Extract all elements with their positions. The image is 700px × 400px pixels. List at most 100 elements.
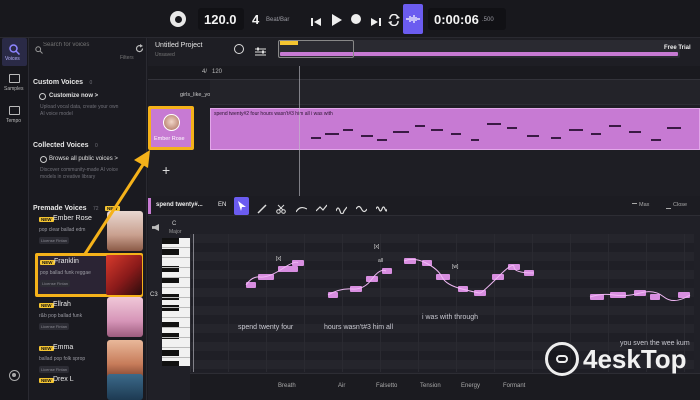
premade-voices-header[interactable]: Premade Voices 72 NEW [33, 197, 143, 212]
nav-tempo-label: Tempo [6, 118, 22, 124]
metronome-icon[interactable] [170, 11, 186, 27]
waveform-toggle-button[interactable] [403, 4, 423, 34]
play-icon[interactable] [331, 13, 342, 26]
note-label: [x] [276, 256, 282, 262]
lyric-phrase: hours wasn't#3 him all [324, 324, 394, 331]
note-label: [x] [374, 244, 380, 250]
voice-card-ember-rose[interactable]: NEW Ember Rose pop clear ballad edm Lice… [35, 211, 143, 255]
license-tag: License Fintan [40, 280, 71, 287]
search-voice-icon [9, 42, 21, 56]
top-toolbar: 120.0 4 Beat/Bar 0:00:06 .500 [0, 0, 700, 38]
settings-gear-icon[interactable] [9, 370, 20, 381]
ruler-label: 4/ [202, 69, 208, 75]
ruler-tempo: 120 [212, 69, 223, 75]
nav-item-voices[interactable]: Voices [2, 38, 27, 66]
piano-key-lines [162, 238, 190, 366]
add-track-icon[interactable]: + [162, 162, 170, 178]
smooth-icon[interactable] [355, 201, 368, 213]
custom-desc-1: Upload vocal data, create your own [40, 104, 119, 110]
record-icon[interactable] [351, 14, 361, 24]
voice-panel: Filters Custom Voices 0 Customize now > … [29, 38, 147, 400]
timeline-ruler[interactable]: 4/ 120 [148, 66, 700, 80]
voice-desc: pop clear ballad edm [39, 227, 86, 233]
language-selector[interactable]: EN [218, 202, 226, 208]
browse-link[interactable]: Browse all public voices > [49, 156, 118, 162]
voice-search-icon [35, 41, 43, 54]
voice-card-drex-l[interactable]: NEW Drex L [35, 372, 143, 400]
nav-item-samples[interactable]: Samples [2, 72, 27, 96]
browse-desc-2: models in creative library [40, 174, 96, 180]
voice-avatar [107, 297, 143, 337]
project-subtitle: Unsaved [155, 52, 175, 58]
overview-viewport[interactable] [278, 40, 354, 58]
pitch-line-icon[interactable] [295, 201, 308, 213]
nav-rail: Voices Samples Tempo [0, 38, 29, 400]
timecode-ms: .500 [482, 17, 494, 23]
new-badge: NEW [39, 217, 54, 222]
voice-name: Drex L [53, 376, 74, 383]
license-tag: License Fintan [39, 323, 70, 330]
mixer-icon[interactable] [255, 44, 266, 56]
singer-card[interactable]: Ember Rose [148, 106, 194, 150]
app-window: 120.0 4 Beat/Bar 0:00:06 .500 Voices Sam… [0, 0, 700, 400]
free-trial-button[interactable]: Free Trial [664, 45, 691, 51]
headphone-icon[interactable] [234, 44, 244, 54]
param-tab-energy[interactable]: Energy [461, 383, 480, 389]
piano-keyboard[interactable] [162, 238, 190, 366]
maximize-button[interactable]: Max [639, 202, 649, 208]
c3-label: C3 [150, 292, 158, 298]
time-signature-label: Beat/Bar [266, 17, 290, 23]
custom-voices-header[interactable]: Custom Voices 0 [33, 71, 143, 86]
voice-search-input[interactable] [43, 39, 123, 50]
voice-card-franklin[interactable]: NEW Franklin pop ballad funk reggae Lice… [35, 253, 143, 297]
voice-name: Ellrah [53, 301, 71, 308]
voice-name: Franklin [54, 258, 79, 265]
filters-button[interactable]: Filters [120, 55, 134, 61]
skip-back-icon[interactable] [311, 14, 321, 26]
customize-link[interactable]: Customize now > [49, 93, 98, 99]
voice-desc: pop ballad funk reggae [40, 270, 91, 276]
new-badge: NEW [39, 346, 54, 351]
pointer-tool-button[interactable] [234, 197, 249, 215]
param-tab-air[interactable]: Air [338, 383, 345, 389]
track-name[interactable]: girls_like_you [180, 92, 213, 98]
tempo-value: 120.0 [204, 12, 237, 27]
nav-voices-label: Voices [5, 56, 20, 62]
new-badge: NEW [40, 260, 55, 265]
close-panel-icon[interactable] [666, 203, 671, 209]
voice-card-ellrah[interactable]: NEW Ellrah r&b pop ballad funk License F… [35, 297, 143, 341]
custom-voices-title: Custom Voices [33, 79, 84, 86]
param-tab-tension[interactable]: Tension [420, 383, 441, 389]
track-area: Untitled Project Unsaved Free Trial 4/ 1… [148, 38, 700, 198]
project-title[interactable]: Untitled Project [155, 42, 202, 49]
collected-voices-header[interactable]: Collected Voices 0 [33, 134, 143, 149]
voice-avatar [107, 374, 143, 400]
param-tab-breath[interactable]: Breath [278, 383, 296, 389]
vibrato-icon[interactable] [335, 201, 348, 215]
pitch-draw-icon[interactable] [315, 201, 328, 212]
vocal-clip[interactable]: spend twenty#2 four hours wasn't#3 him a… [210, 108, 700, 150]
close-button[interactable]: Close [673, 202, 687, 208]
new-badge: NEW [39, 303, 54, 308]
loop-icon[interactable] [388, 13, 400, 27]
volume-icon[interactable] [152, 224, 159, 231]
note-label: all [378, 258, 384, 264]
wave-icon[interactable] [375, 201, 388, 212]
param-tab-formant[interactable]: Formant [503, 383, 525, 389]
overview-strip[interactable] [278, 40, 680, 58]
refresh-icon[interactable] [135, 40, 144, 53]
key-mode[interactable]: Major [169, 229, 182, 235]
nav-item-tempo[interactable]: Tempo [2, 104, 27, 128]
maximize-icon[interactable] [632, 203, 637, 209]
license-tag: License Fintan [39, 237, 70, 244]
singer-avatar [163, 114, 180, 131]
beats-value[interactable]: 4 [252, 12, 259, 27]
pencil-icon[interactable] [257, 201, 267, 214]
key-label[interactable]: C [172, 221, 176, 227]
scissors-icon[interactable] [276, 201, 286, 214]
voice-name: Emma [53, 344, 74, 351]
voice-avatar [107, 211, 143, 251]
collected-voices-count: 0 [94, 143, 98, 149]
skip-forward-icon[interactable] [371, 14, 381, 26]
param-tab-falsetto[interactable]: Falsetto [376, 383, 397, 389]
